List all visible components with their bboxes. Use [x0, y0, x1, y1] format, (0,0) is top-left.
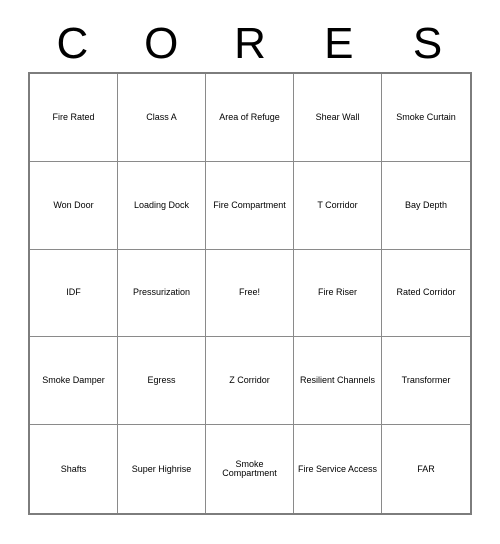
bingo-cell-r4c4[interactable]: Resilient Channels: [294, 337, 382, 426]
bingo-cell-r3c4[interactable]: Fire Riser: [294, 249, 382, 338]
bingo-cell-r5c4[interactable]: Fire Service Access: [294, 425, 382, 513]
bingo-cell-label: Area of Refuge: [219, 111, 280, 122]
bingo-cell-label: Rated Corridor: [396, 287, 456, 298]
bingo-cell-label: Transformer: [401, 375, 451, 386]
bingo-cell-r1c5[interactable]: Smoke Curtain: [382, 74, 470, 162]
bingo-cell-r5c2[interactable]: Super Highrise: [118, 425, 206, 513]
bingo-cell-label: Fire Riser: [317, 287, 357, 298]
bingo-cell-label: Free!: [238, 287, 260, 298]
bingo-cell-r1c2[interactable]: Class A: [118, 74, 206, 162]
bingo-cell-label: Pressurization: [132, 287, 191, 298]
bingo-cell-r5c1[interactable]: Shafts: [30, 425, 118, 513]
bingo-cell-label: Shafts: [60, 463, 87, 474]
bingo-cell-label: Loading Dock: [133, 199, 190, 210]
bingo-cell-r1c4[interactable]: Shear Wall: [294, 74, 382, 162]
bingo-card: C O R E S Fire Rated Class A Area of Ref…: [0, 0, 500, 544]
bingo-cell-label: IDF: [66, 287, 81, 298]
bingo-cell-r4c3[interactable]: Z Corridor: [206, 337, 294, 426]
bingo-cell-r2c5[interactable]: Bay Depth: [382, 161, 470, 250]
header-letter-4: S: [412, 19, 443, 68]
bingo-cell-label: Fire Service Access: [297, 463, 378, 474]
bingo-cell-r3c5[interactable]: Rated Corridor: [382, 249, 470, 338]
bingo-cell-label: Z Corridor: [229, 375, 270, 386]
header-letter-3: E: [324, 19, 354, 68]
bingo-cell-r5c5[interactable]: FAR: [382, 425, 470, 513]
bingo-cell-r2c4[interactable]: T Corridor: [294, 161, 382, 250]
bingo-cell-r1c3[interactable]: Area of Refuge: [206, 74, 294, 162]
bingo-cell-free-space[interactable]: Free!: [206, 249, 294, 338]
header-letter-1: O: [144, 19, 179, 68]
bingo-cell-r5c3[interactable]: Smoke Compartment: [206, 425, 294, 513]
bingo-cell-r4c5[interactable]: Transformer: [382, 337, 470, 426]
bingo-cell-label: Resilient Channels: [299, 375, 376, 386]
bingo-cell-label: Smoke Damper: [42, 375, 105, 386]
bingo-cell-label: Egress: [147, 375, 176, 386]
bingo-cell-label: Smoke Compartment: [222, 458, 277, 479]
bingo-cell-label: FAR: [417, 463, 435, 474]
header-letter-0: C: [56, 19, 89, 68]
bingo-cell-label: Class A: [146, 111, 177, 122]
bingo-header-row: C O R E S: [28, 16, 472, 72]
bingo-cell-r1c1[interactable]: Fire Rated: [30, 74, 118, 162]
bingo-cell-label: Super Highrise: [131, 463, 192, 474]
bingo-cell-label: Shear Wall: [315, 111, 360, 122]
bingo-cell-r2c3[interactable]: Fire Compartment: [206, 161, 294, 250]
bingo-cell-label: T Corridor: [317, 199, 358, 210]
bingo-grid: Fire Rated Class A Area of Refuge Shear …: [28, 72, 472, 515]
bingo-cell-label: Fire Rated: [52, 111, 95, 122]
header-letter-2: R: [234, 19, 266, 68]
bingo-cell-label: Smoke Curtain: [396, 111, 456, 122]
bingo-cell-r4c2[interactable]: Egress: [118, 337, 206, 426]
bingo-cell-r4c1[interactable]: Smoke Damper: [30, 337, 118, 426]
bingo-cell-r3c2[interactable]: Pressurization: [118, 249, 206, 338]
bingo-cell-label: Fire Compartment: [213, 199, 286, 210]
bingo-cell-label: Won Door: [53, 199, 94, 210]
bingo-cell-r2c1[interactable]: Won Door: [30, 161, 118, 250]
bingo-cell-label: Bay Depth: [404, 199, 448, 210]
bingo-cell-r2c2[interactable]: Loading Dock: [118, 161, 206, 250]
bingo-cell-r3c1[interactable]: IDF: [30, 249, 118, 338]
